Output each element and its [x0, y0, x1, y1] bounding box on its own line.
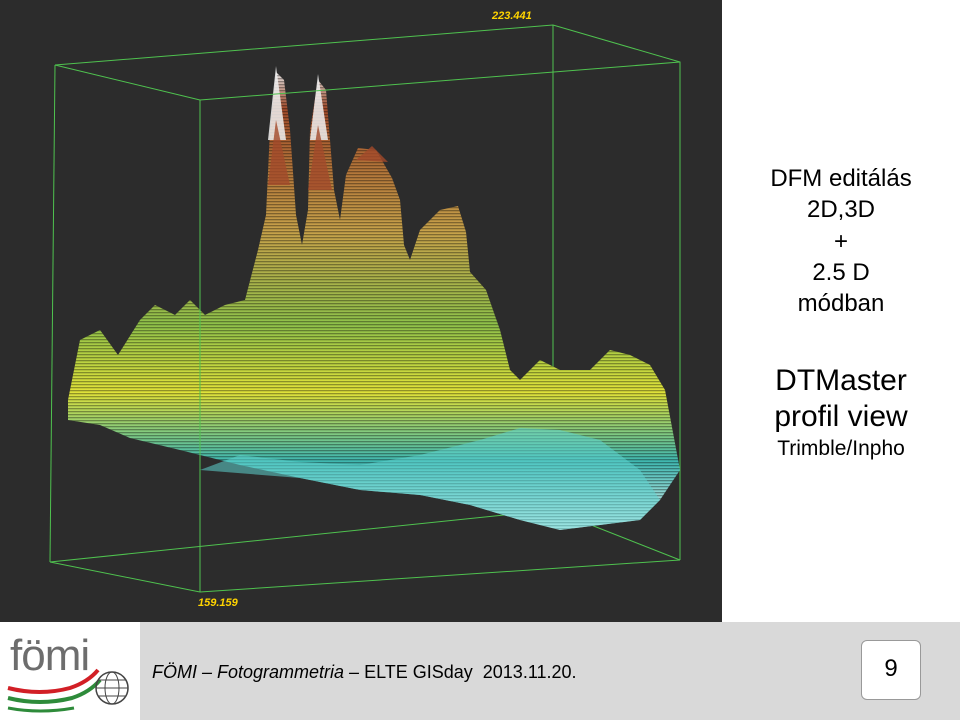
title-line: + [833, 228, 848, 255]
software-name: DTMaster [775, 364, 907, 397]
footer-citation-plain: ELTE GISday 2013.11.20. [364, 662, 577, 682]
footer-citation-italic: FÖMI – Fotogrammetria – [152, 662, 365, 682]
slide-text-panel: DFM editálás 2D,3D + 2.5 D módban DTMast… [722, 0, 960, 622]
fomi-logo: fömi [0, 622, 140, 720]
title-line: módban [797, 290, 885, 317]
top-axis-label: 223.441 [492, 10, 532, 22]
terrain-surface [68, 66, 680, 530]
footer-citation: FÖMI – Fotogrammetria – ELTE GISday 2013… [152, 662, 577, 683]
title-line: 2.5 D [812, 259, 870, 286]
bottom-axis-label: 159.159 [198, 597, 238, 609]
flag-globe-icon [7, 668, 129, 713]
page-number: 9 [884, 655, 898, 682]
title-line: DFM editálás [770, 165, 912, 192]
title-line: 2D,3D [806, 196, 876, 223]
software-view: profil view [774, 400, 908, 433]
3d-profile-viewer[interactable]: 223.441 159.159 [0, 0, 722, 622]
point-cloud-canvas [49, 24, 681, 593]
software-vendor: Trimble/Inpho [777, 437, 905, 460]
